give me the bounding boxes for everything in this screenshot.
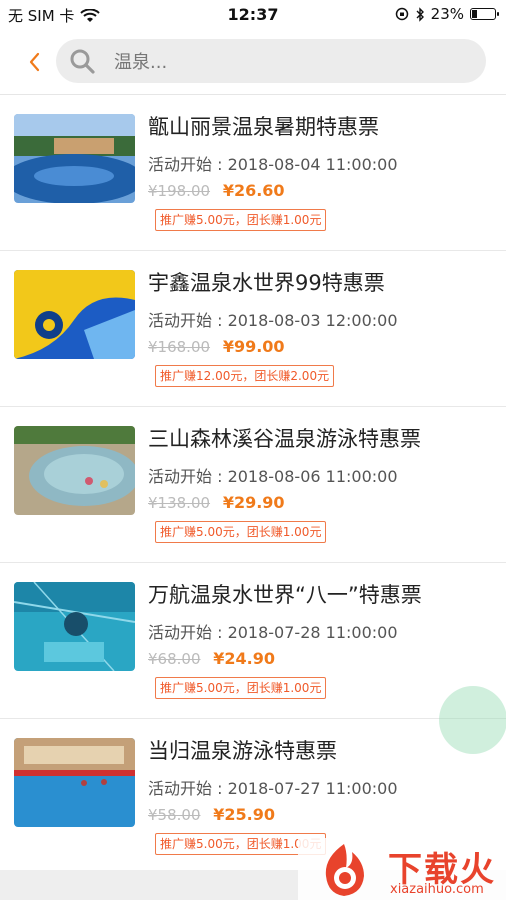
- chevron-left-icon: [29, 52, 40, 72]
- start-time: 活动开始 : 2018-07-27 11:00:00: [148, 779, 398, 798]
- start-time: 活动开始 : 2018-07-28 11:00:00: [148, 623, 398, 642]
- price-row: ¥58.00 ¥25.90: [148, 805, 275, 824]
- watermark-url: xiazaihuo.com: [390, 882, 484, 897]
- sale-price: ¥99.00: [222, 337, 285, 356]
- original-price: ¥168.00: [148, 338, 211, 356]
- original-price: ¥68.00: [148, 650, 201, 668]
- product-image: [14, 738, 135, 827]
- product-title: 三山森林溪谷温泉游泳特惠票: [148, 427, 421, 451]
- flame-logo-icon: [325, 844, 364, 896]
- original-price: ¥58.00: [148, 806, 201, 824]
- back-button[interactable]: [20, 46, 48, 78]
- bluetooth-icon: [416, 6, 424, 22]
- product-title: 当归温泉游泳特惠票: [148, 739, 337, 763]
- battery-fill: [472, 10, 477, 18]
- product-title: 甑山丽景温泉暑期特惠票: [148, 115, 379, 139]
- price-row: ¥138.00 ¥29.90: [148, 493, 285, 512]
- original-price: ¥198.00: [148, 182, 211, 200]
- floating-action-button[interactable]: [439, 686, 506, 754]
- product-title: 万航温泉水世界“八一”特惠票: [148, 583, 422, 607]
- sale-price: ¥26.60: [222, 181, 285, 200]
- search-placeholder: 温泉...: [114, 52, 168, 73]
- list-item[interactable]: 三山森林溪谷温泉游泳特惠票 活动开始 : 2018-08-06 11:00:00…: [0, 407, 506, 563]
- product-image: [14, 270, 135, 359]
- price-row: ¥198.00 ¥26.60: [148, 181, 285, 200]
- product-title: 宇鑫温泉水世界99特惠票: [148, 271, 385, 295]
- battery-icon: [470, 8, 499, 20]
- product-list: 甑山丽景温泉暑期特惠票 活动开始 : 2018-08-04 11:00:00 ¥…: [0, 95, 506, 875]
- commission-badge: 推广赚5.00元，团长赚1.00元: [155, 209, 327, 231]
- start-time: 活动开始 : 2018-08-04 11:00:00: [148, 155, 398, 174]
- sale-price: ¥25.90: [213, 805, 276, 824]
- list-item[interactable]: 宇鑫温泉水世界99特惠票 活动开始 : 2018-08-03 12:00:00 …: [0, 251, 506, 407]
- sale-price: ¥29.90: [222, 493, 285, 512]
- status-bar: 无 SIM 卡 12:37 23%: [0, 0, 506, 30]
- product-image: [14, 582, 135, 671]
- price-row: ¥168.00 ¥99.00: [148, 337, 285, 356]
- search-input[interactable]: 温泉...: [56, 39, 486, 83]
- commission-badge: 推广赚12.00元，团长赚2.00元: [155, 365, 335, 387]
- watermark: 下载火 xiazaihuo.com: [298, 838, 506, 900]
- product-image: [14, 426, 135, 515]
- battery-percent: 23%: [430, 5, 464, 23]
- original-price: ¥138.00: [148, 494, 211, 512]
- commission-badge: 推广赚5.00元，团长赚1.00元: [155, 677, 327, 699]
- list-item[interactable]: 万航温泉水世界“八一”特惠票 活动开始 : 2018-07-28 11:00:0…: [0, 563, 506, 719]
- product-image: [14, 114, 135, 203]
- search-icon: [70, 49, 95, 74]
- start-time: 活动开始 : 2018-08-06 11:00:00: [148, 467, 398, 486]
- orientation-lock-icon: [395, 7, 408, 21]
- price-row: ¥68.00 ¥24.90: [148, 649, 275, 668]
- commission-badge: 推广赚5.00元，团长赚1.00元: [155, 521, 327, 543]
- search-header: 温泉...: [0, 30, 506, 95]
- start-time: 活动开始 : 2018-08-03 12:00:00: [148, 311, 398, 330]
- status-right: 23%: [395, 5, 499, 23]
- sale-price: ¥24.90: [213, 649, 276, 668]
- list-item[interactable]: 甑山丽景温泉暑期特惠票 活动开始 : 2018-08-04 11:00:00 ¥…: [0, 95, 506, 251]
